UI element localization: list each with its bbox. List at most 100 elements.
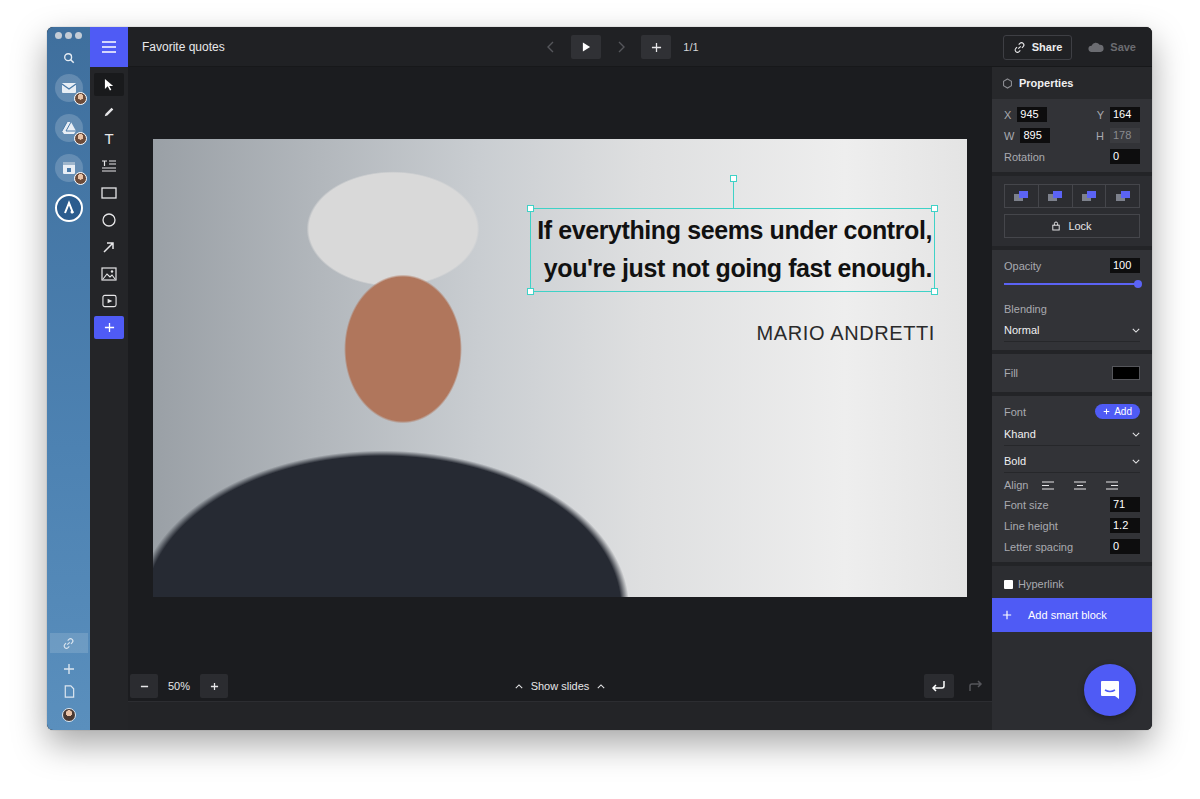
- resize-handle[interactable]: [931, 205, 938, 212]
- text-tool[interactable]: T: [94, 127, 124, 150]
- image-tool[interactable]: [94, 262, 124, 285]
- calendar-icon: [61, 160, 77, 176]
- select-tool[interactable]: [94, 73, 124, 96]
- resize-handle[interactable]: [931, 288, 938, 295]
- layer-order-button[interactable]: [1004, 184, 1039, 208]
- layer-order-button[interactable]: [1072, 184, 1107, 208]
- save-button[interactable]: Save: [1080, 36, 1144, 58]
- font-section: FontAddKhandBoldAlignFont size71Line hei…: [992, 396, 1152, 566]
- geometry-field: H178: [1096, 128, 1140, 143]
- plus-icon[interactable]: [63, 663, 75, 675]
- window-control-dot[interactable]: [75, 32, 82, 39]
- app-item[interactable]: [55, 194, 83, 222]
- pen-tool[interactable]: [94, 100, 124, 123]
- resize-handle[interactable]: [527, 205, 534, 212]
- slide[interactable]: If everything seems under control,you're…: [153, 139, 967, 597]
- number-input[interactable]: 178: [1110, 128, 1140, 143]
- previous-slide-icon[interactable]: [543, 41, 559, 53]
- add-smart-block-button[interactable]: Add smart block: [992, 598, 1152, 632]
- zoom-in-button[interactable]: [200, 674, 228, 698]
- layer-order-button[interactable]: [1105, 184, 1140, 208]
- link-button[interactable]: [50, 633, 88, 653]
- number-input[interactable]: 0: [1110, 539, 1140, 554]
- image-icon: [101, 267, 117, 281]
- geometry-section: X945Y164W895H178Rotation0: [992, 99, 1152, 176]
- number-input[interactable]: 945: [1017, 107, 1047, 122]
- cursor-icon: [104, 78, 115, 91]
- plus-icon: [104, 322, 115, 333]
- app-item[interactable]: [55, 114, 83, 142]
- fill-color-swatch[interactable]: [1112, 366, 1140, 380]
- search-icon[interactable]: [63, 52, 75, 64]
- window-control-dot[interactable]: [55, 32, 62, 39]
- cloud-icon: [1088, 42, 1104, 53]
- arrange-section: Lock: [992, 176, 1152, 250]
- zoom-control: 50%: [130, 674, 515, 698]
- window-control-dot[interactable]: [65, 32, 72, 39]
- document-title[interactable]: Favorite quotes: [142, 40, 225, 54]
- number-input[interactable]: 1.2: [1110, 518, 1140, 533]
- undo-button[interactable]: [924, 674, 954, 698]
- layer-order-icon: [1115, 190, 1131, 202]
- rectangle-tool[interactable]: [94, 181, 124, 204]
- quote-text-box[interactable]: If everything seems under control,you're…: [530, 208, 935, 292]
- top-bar: Favorite quotes1/1ShareSave: [90, 27, 1152, 67]
- text-icon: T: [104, 131, 113, 146]
- redo-button[interactable]: [960, 674, 990, 698]
- plus-icon: [210, 682, 219, 691]
- resize-handle[interactable]: [527, 288, 534, 295]
- share-button[interactable]: Share: [1003, 35, 1073, 60]
- number-input[interactable]: 164: [1110, 107, 1140, 122]
- number-input[interactable]: 71: [1110, 497, 1140, 512]
- rectangle-icon: [101, 187, 117, 199]
- blending-dropdown[interactable]: Normal: [1004, 321, 1140, 342]
- user-avatar-icon[interactable]: [62, 708, 76, 722]
- app-item[interactable]: [55, 74, 83, 102]
- paragraph-tool[interactable]: [94, 154, 124, 177]
- opacity-input[interactable]: 100: [1110, 258, 1140, 273]
- lock-icon: [1052, 221, 1060, 231]
- number-input[interactable]: 895: [1020, 128, 1050, 143]
- zoom-out-button[interactable]: [130, 674, 158, 698]
- add-slide-button[interactable]: [641, 35, 671, 59]
- video-icon: [102, 294, 117, 308]
- font-weight-dropdown[interactable]: Bold: [1004, 452, 1140, 473]
- geometry-field: W895: [1004, 128, 1050, 143]
- play-button[interactable]: [571, 35, 601, 59]
- rotate-handle[interactable]: [730, 175, 737, 182]
- chat-launcher[interactable]: [1084, 664, 1136, 716]
- plus-icon: [1002, 610, 1012, 620]
- geometry-field: Y164: [1097, 107, 1140, 122]
- lock-button[interactable]: Lock: [1004, 214, 1140, 238]
- opacity-slider[interactable]: [1004, 283, 1140, 285]
- chevron-up-icon: [515, 684, 523, 689]
- editor: Favorite quotes1/1ShareSaveTIf everythin…: [90, 27, 1152, 730]
- hyperlink-checkbox[interactable]: [1004, 580, 1013, 589]
- opacity-slider-knob[interactable]: [1134, 280, 1142, 288]
- page-icon[interactable]: [63, 685, 75, 698]
- circle-tool[interactable]: [94, 208, 124, 231]
- font-metric-row: Letter spacing0: [1004, 539, 1140, 554]
- rotation-input[interactable]: 0: [1110, 149, 1140, 164]
- geometry-field: X945: [1004, 107, 1047, 122]
- align-right-button[interactable]: [1106, 481, 1118, 490]
- quote-line: If everything seems under control,: [537, 211, 932, 249]
- layer-order-button[interactable]: [1038, 184, 1073, 208]
- align-left-button[interactable]: [1042, 481, 1054, 490]
- align-center-button[interactable]: [1074, 481, 1086, 490]
- next-slide-icon[interactable]: [613, 41, 629, 53]
- workspace: T If everything seems under control,you'r…: [90, 67, 1152, 730]
- undo-icon: [931, 680, 947, 692]
- app-item[interactable]: [55, 154, 83, 182]
- video-tool[interactable]: [94, 289, 124, 312]
- screen: Favorite quotes1/1ShareSaveTIf everythin…: [0, 0, 1200, 799]
- arrow-tool[interactable]: [94, 235, 124, 258]
- add-font-button[interactable]: Add: [1095, 404, 1140, 419]
- author-text[interactable]: MARIO ANDRETTI: [757, 322, 935, 345]
- menu-button[interactable]: [90, 27, 128, 67]
- add-tool[interactable]: [94, 316, 124, 339]
- font-family-dropdown[interactable]: Khand: [1004, 425, 1140, 446]
- show-slides-button[interactable]: Show slides: [515, 680, 606, 692]
- link-icon: [62, 637, 75, 650]
- plus-icon: [651, 42, 662, 53]
